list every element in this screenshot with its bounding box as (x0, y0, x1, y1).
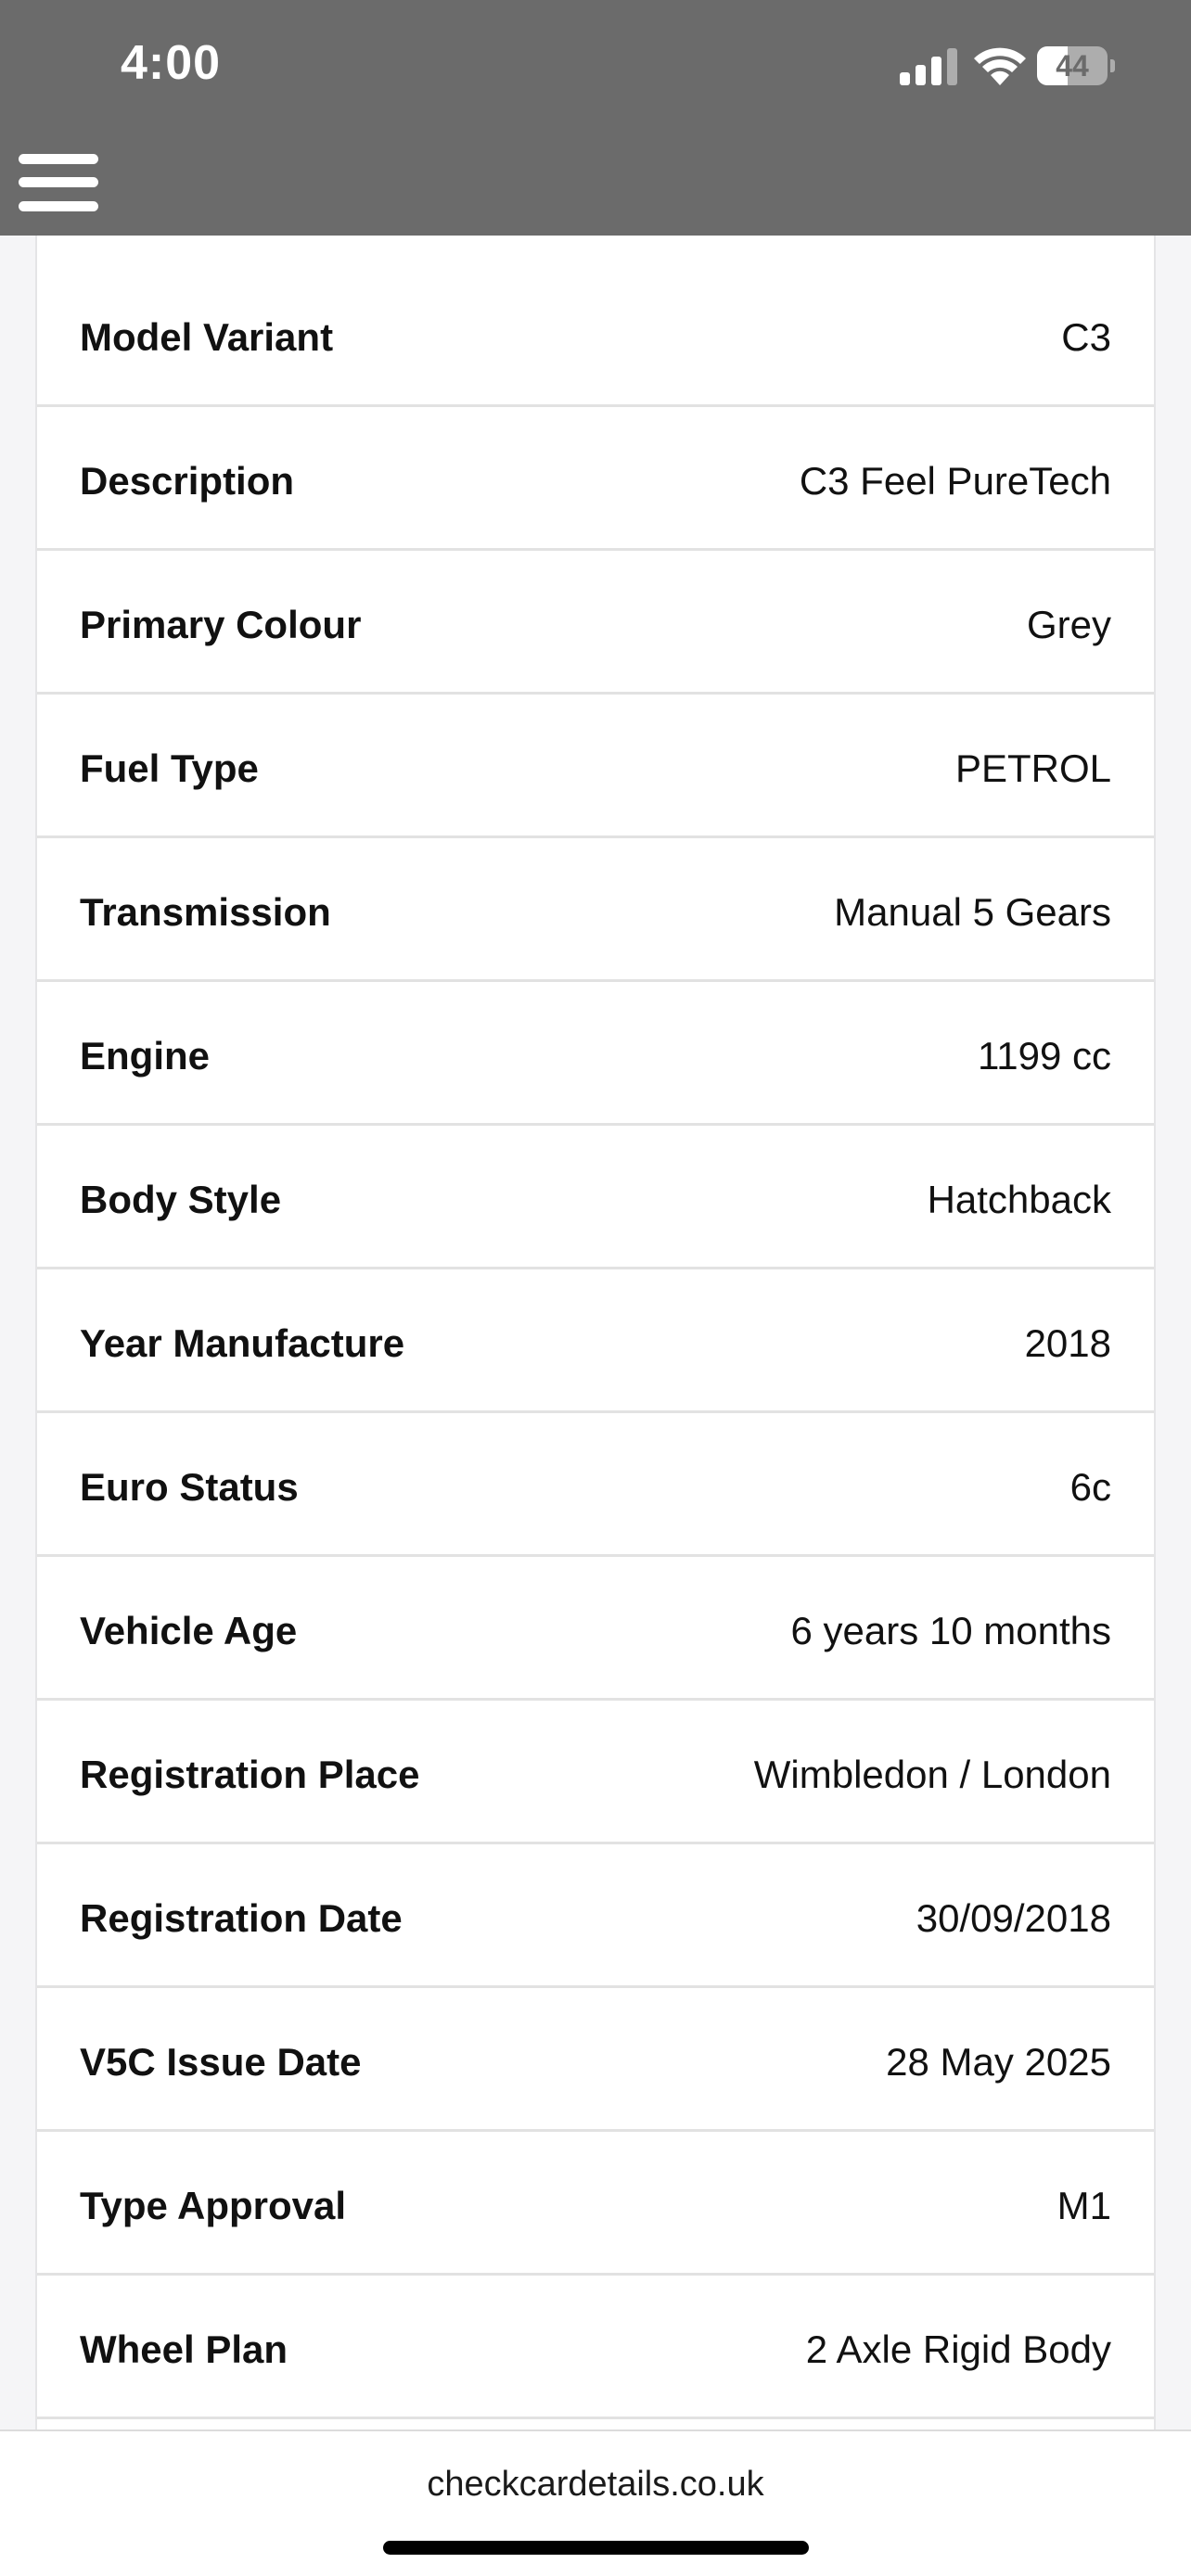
detail-label: Description (80, 459, 295, 503)
top-navigation-bar: 4:00 44 (0, 0, 1191, 236)
detail-row: Description C3 Feel PureTech (37, 407, 1154, 551)
detail-value: PETROL (954, 746, 1111, 790)
detail-label: Registration Date (80, 1896, 403, 1940)
status-time: 4:00 (121, 36, 222, 90)
detail-value: 1199 cc (978, 1034, 1111, 1078)
detail-label: Fuel Type (80, 746, 259, 790)
detail-value: Manual 5 Gears (834, 890, 1111, 934)
hamburger-menu-icon[interactable] (19, 154, 98, 211)
detail-value: Wimbledon / London (753, 1753, 1111, 1796)
detail-label: Engine (80, 1034, 211, 1078)
detail-row: Body Style Hatchback (37, 1126, 1154, 1269)
detail-row: V5C Issue Date 28 May 2025 (37, 1988, 1154, 2132)
detail-label: Vehicle Age (80, 1609, 298, 1652)
detail-label: Type Approval (80, 2184, 347, 2227)
detail-label: Wheel Plan (80, 2327, 288, 2371)
detail-row: Type Approval M1 (37, 2132, 1154, 2276)
detail-label: Primary Colour (80, 603, 362, 646)
detail-label: V5C Issue Date (80, 2040, 362, 2084)
battery-level: 44 (1056, 49, 1089, 83)
detail-row: Wheel Plan 2 Axle Rigid Body (37, 2276, 1154, 2419)
detail-value: C3 (1061, 315, 1111, 359)
menu-line (19, 201, 98, 211)
detail-row: Vehicle Age 6 years 10 months (37, 1557, 1154, 1701)
detail-row: Registration Date 30/09/2018 (37, 1844, 1154, 1988)
detail-label: Euro Status (80, 1465, 299, 1509)
detail-row: Engine 1199 cc (37, 982, 1154, 1126)
detail-label: Model Variant (80, 315, 334, 359)
detail-value: 28 May 2025 (886, 2040, 1111, 2084)
battery-cap (1110, 59, 1115, 72)
detail-row: Primary Colour Grey (37, 551, 1154, 695)
home-indicator[interactable] (383, 2541, 809, 2555)
detail-value: 30/09/2018 (916, 1896, 1111, 1940)
detail-row: Model Variant C3 (37, 236, 1154, 407)
detail-row: Transmission Manual 5 Gears (37, 838, 1154, 982)
detail-value: M1 (1057, 2184, 1111, 2227)
battery-icon: 44 (1037, 46, 1115, 85)
detail-row: Euro Status 6c (37, 1413, 1154, 1557)
url-text[interactable]: checkcardetails.co.uk (0, 2465, 1191, 2505)
detail-value: 2 Axle Rigid Body (805, 2327, 1111, 2371)
wifi-icon (974, 47, 1026, 85)
detail-row: Fuel Type PETROL (37, 695, 1154, 838)
detail-value: C3 Feel PureTech (799, 459, 1111, 503)
detail-value: Grey (1026, 603, 1111, 646)
detail-label: Body Style (80, 1178, 282, 1221)
battery-body: 44 (1037, 46, 1108, 85)
browser-bottom-bar: checkcardetails.co.uk (0, 2429, 1191, 2576)
detail-label: Transmission (80, 890, 331, 934)
detail-row: Registration Place Wimbledon / London (37, 1701, 1154, 1844)
detail-row: Year Manufacture 2018 (37, 1269, 1154, 1413)
menu-line (19, 154, 98, 164)
detail-label: Year Manufacture (80, 1321, 405, 1365)
detail-value: 6 years 10 months (790, 1609, 1111, 1652)
vehicle-details-card: Model Variant C3 Description C3 Feel PureTe… (35, 236, 1156, 2429)
detail-label: Registration Place (80, 1753, 420, 1796)
signal-icon (900, 48, 957, 85)
detail-value: Hatchback (927, 1178, 1111, 1221)
vehicle-details-list: Model Variant C3 Description C3 Feel PureTe… (37, 236, 1154, 2419)
menu-line (19, 177, 98, 187)
detail-value: 6c (1069, 1465, 1111, 1509)
detail-value: 2018 (1024, 1321, 1111, 1365)
